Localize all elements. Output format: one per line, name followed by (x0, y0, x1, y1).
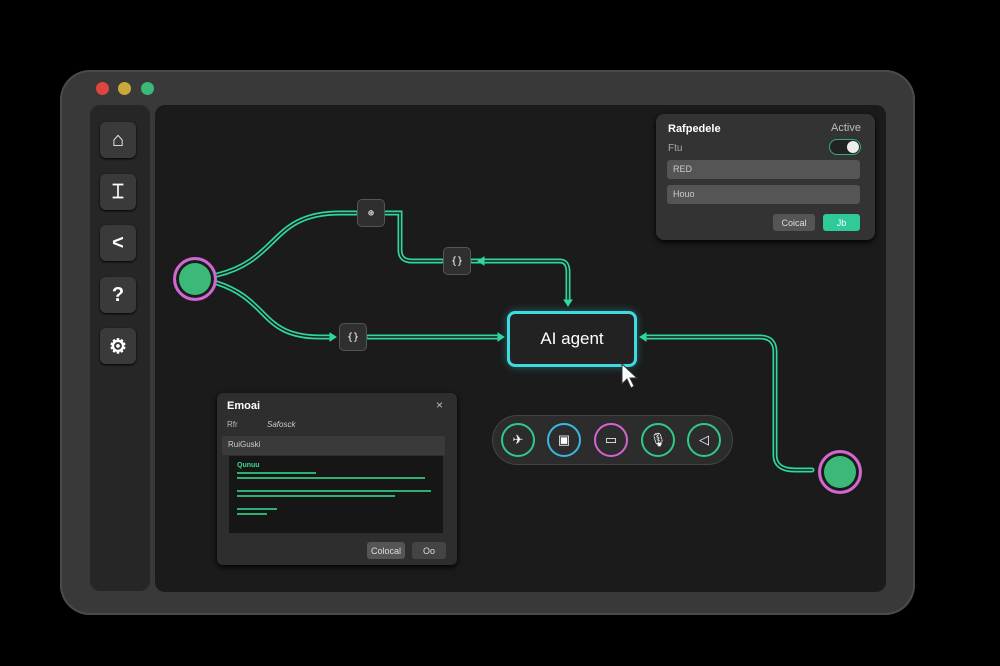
cancel-button[interactable]: Colocal (367, 542, 405, 559)
email-dialog: Emoai × Rfr Safosck RuiGuski Qunuu Coloc… (217, 393, 457, 565)
tool-bar: ✈ ▣ ▭ 🎙 ◁ (493, 416, 732, 464)
cancel-button[interactable]: Coical (773, 214, 815, 231)
end-node[interactable] (818, 450, 862, 494)
dialog-title: Emoai (227, 400, 261, 412)
email-body[interactable]: Qunuu (229, 456, 443, 533)
settings-panel: Rafpedele Active Ftu RED Houo Coical Jb (656, 114, 875, 240)
panel-title: Rafpedele (668, 123, 721, 135)
workflow-node-2[interactable]: {} (444, 248, 470, 274)
workflow-node-3[interactable]: {} (340, 324, 366, 350)
ai-agent-node[interactable]: AI agent (507, 311, 637, 367)
edge-start-n1 (214, 210, 359, 278)
from-label: Rfr (227, 420, 238, 429)
confirm-button[interactable]: Jb (823, 214, 860, 231)
text-field-1[interactable]: RED (667, 160, 860, 179)
image-icon[interactable]: ▣ (547, 423, 581, 457)
body-heading: Qunuu (237, 462, 260, 469)
send-icon[interactable]: ◁ (687, 423, 721, 457)
start-node[interactable] (173, 257, 217, 301)
close-icon[interactable]: × (436, 398, 443, 412)
active-toggle[interactable] (829, 139, 861, 155)
edge-n2-agent (469, 258, 571, 303)
ok-button[interactable]: Oo (412, 542, 446, 559)
status-label: Active (831, 122, 861, 134)
connections (214, 210, 815, 473)
arrow-head (477, 256, 485, 266)
arrow-head (329, 332, 337, 342)
arrow-head (563, 299, 573, 307)
edge-start-n3 (214, 280, 333, 340)
toggle-icon[interactable]: ▭ (594, 423, 628, 457)
edge-n1-n2 (381, 210, 445, 264)
arrow-head (639, 332, 647, 342)
workflow-node-1[interactable]: ⊕ (358, 200, 384, 226)
arrow-head (497, 332, 505, 342)
mouse-cursor-icon (621, 362, 639, 389)
field-label: Ftu (668, 143, 683, 154)
microphone-icon[interactable]: 🎙 (641, 423, 675, 457)
from-value[interactable]: Safosck (267, 420, 295, 429)
text-field-2[interactable]: Houo (667, 185, 860, 204)
pin-icon[interactable]: ✈ (501, 423, 535, 457)
subject-field[interactable]: RuiGuski (222, 436, 445, 455)
